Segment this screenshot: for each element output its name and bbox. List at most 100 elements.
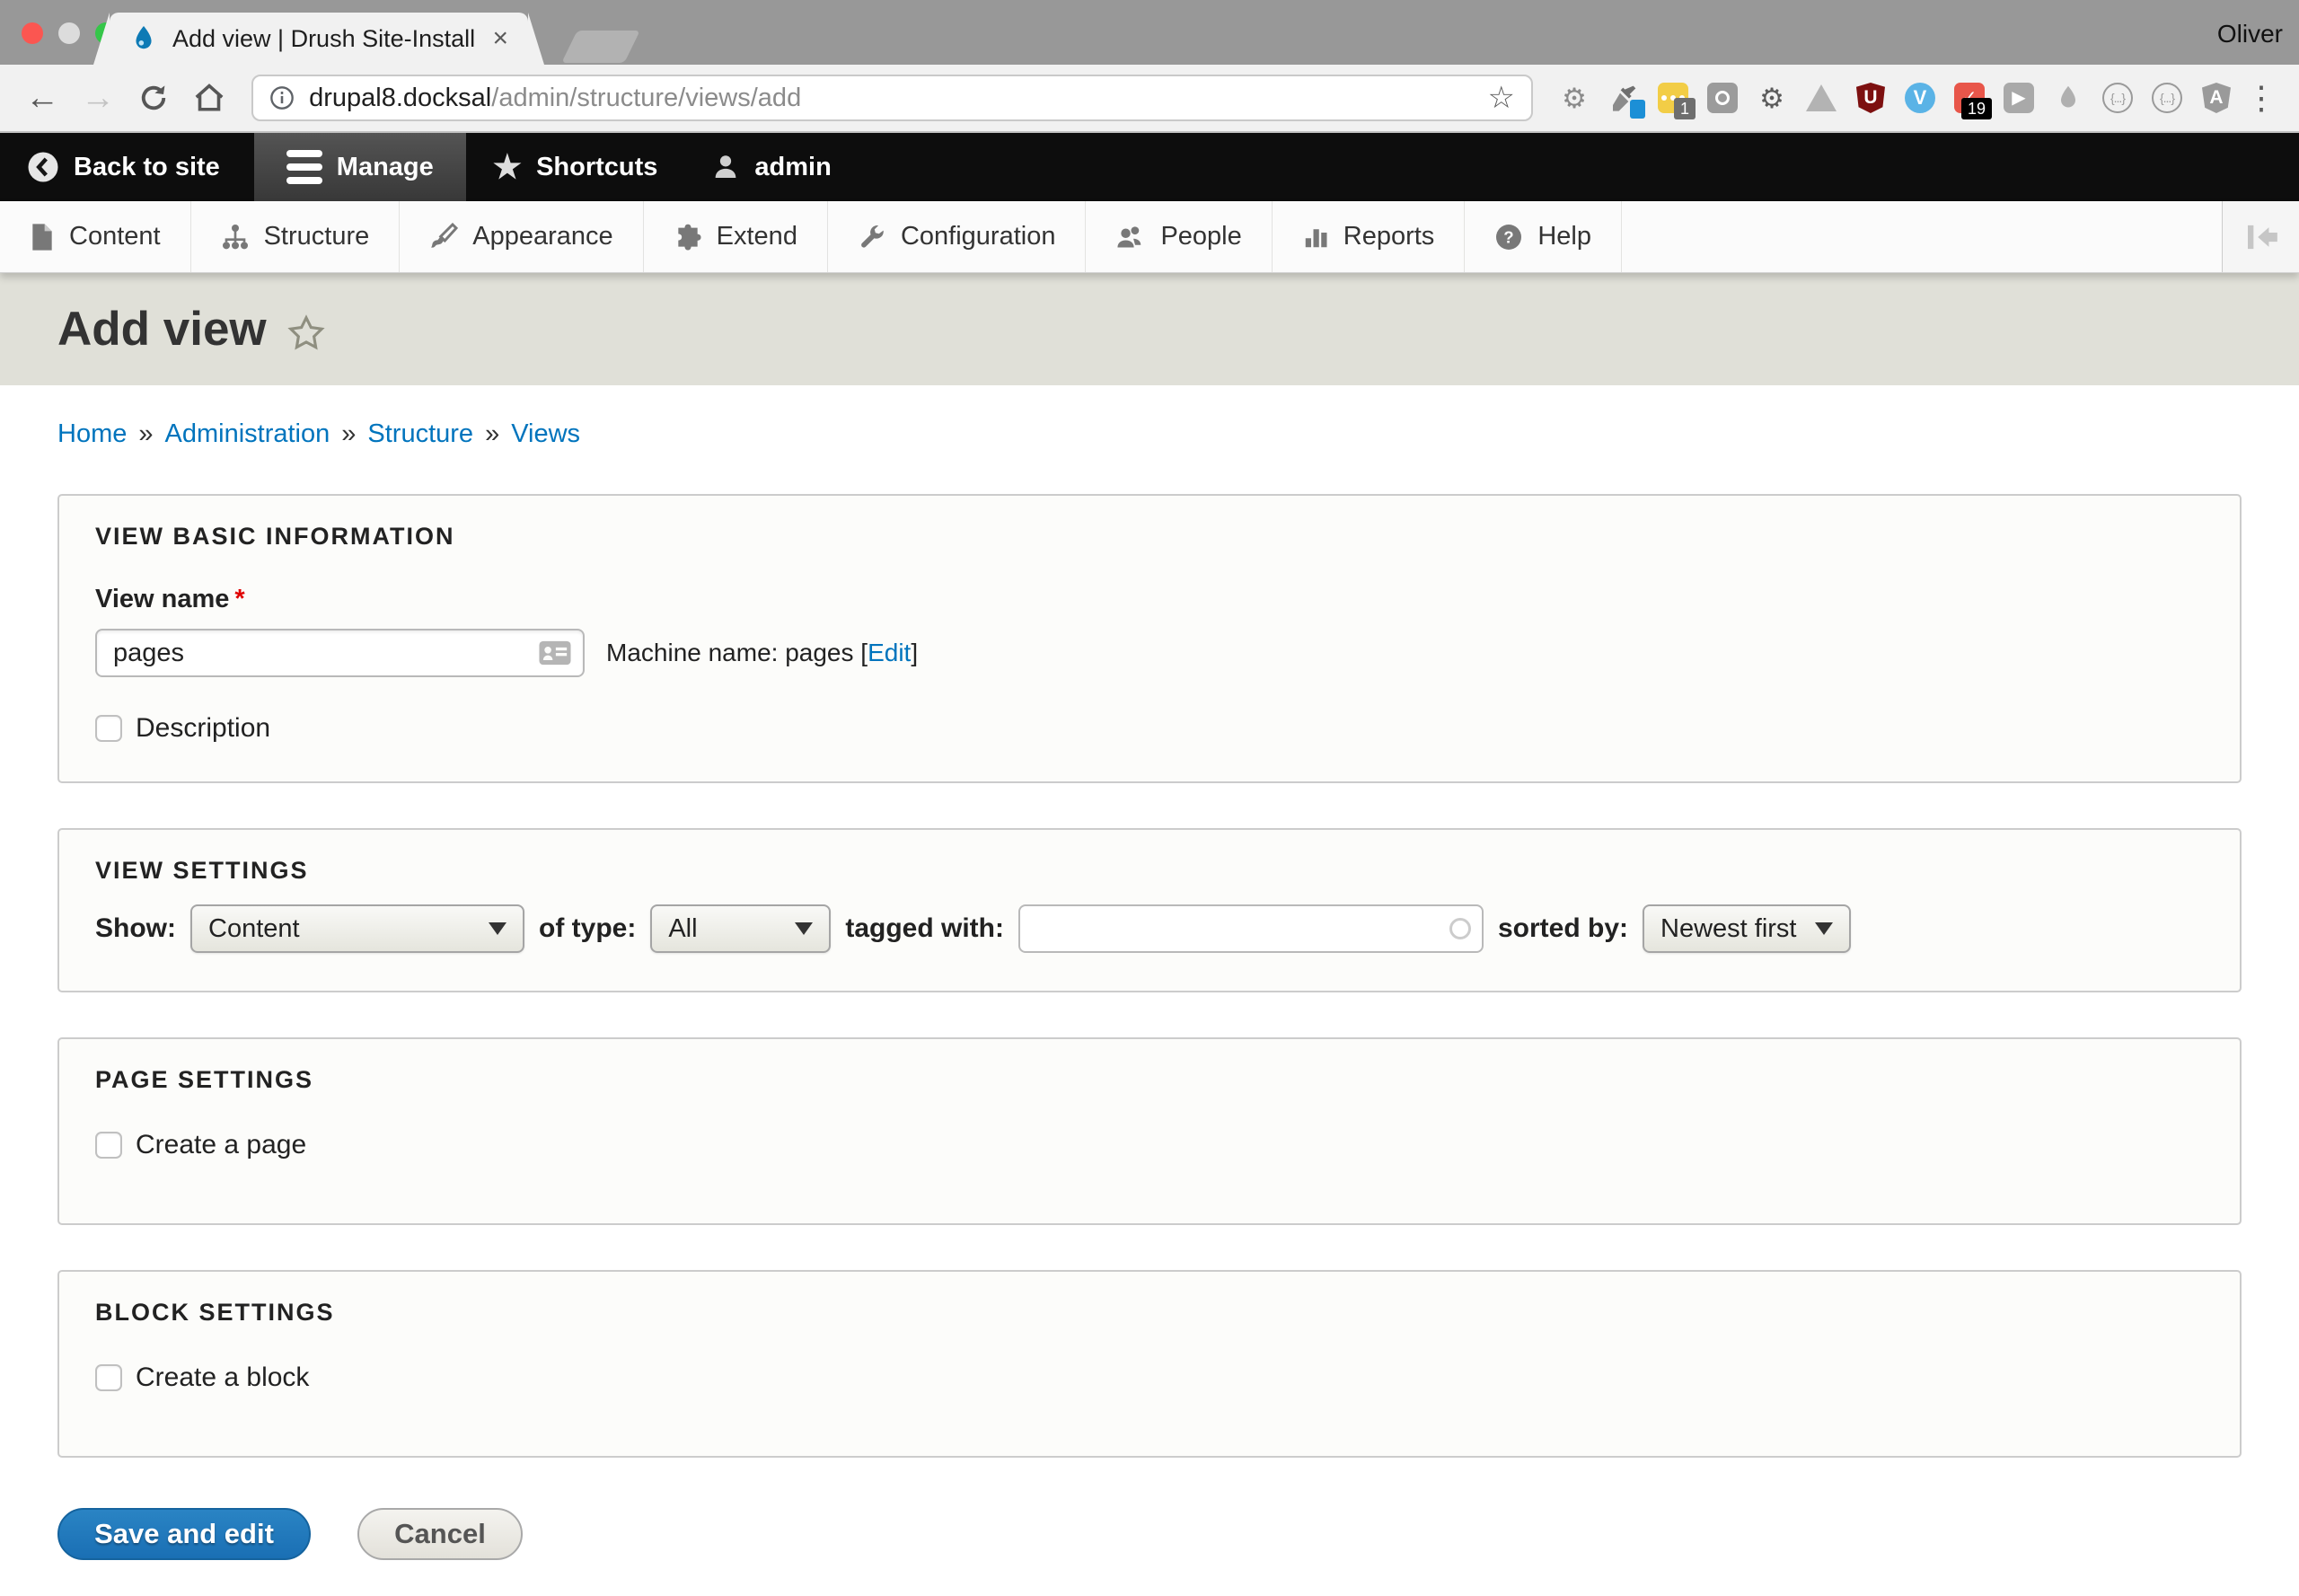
sorted-by-select-value: Newest first	[1660, 914, 1796, 944]
fieldset-legend: PAGE SETTINGS	[95, 1066, 2204, 1094]
browser-menu-icon[interactable]: ⋮	[2245, 79, 2277, 117]
menu-spacer	[1622, 201, 2222, 272]
menu-item-content[interactable]: Content	[0, 201, 191, 272]
sorted-by-label: sorted by:	[1498, 913, 1628, 944]
toolbar-collapse-button[interactable]	[2222, 201, 2299, 272]
angular-extension-icon[interactable]: A	[2200, 82, 2233, 114]
fieldset-legend: BLOCK SETTINGS	[95, 1299, 2204, 1327]
browser-tab[interactable]: Add view | Drush Site-Install ×	[110, 13, 528, 65]
browser-profile-name[interactable]: Oliver	[2217, 20, 2283, 48]
autocomplete-throbber-icon	[1449, 918, 1471, 939]
bookmark-star-icon[interactable]: ☆	[1488, 83, 1515, 113]
extension-badge: 1	[1674, 98, 1696, 119]
breadcrumb-structure[interactable]: Structure	[367, 419, 473, 449]
url-bar[interactable]: drupal8.docksal/admin/structure/views/ad…	[251, 75, 1533, 121]
machine-name-card-icon	[538, 639, 572, 666]
breadcrumb-administration[interactable]: Administration	[165, 419, 330, 449]
dark-gear-extension-icon[interactable]: ⚙	[1756, 82, 1788, 114]
create-page-checkbox[interactable]	[95, 1132, 122, 1159]
admin-user-tab[interactable]: admin	[684, 133, 858, 201]
menu-item-label: Appearance	[472, 222, 612, 251]
description-label: Description	[136, 713, 270, 744]
svg-text:?: ?	[1504, 227, 1514, 246]
manage-tab[interactable]: Manage	[254, 133, 466, 201]
fieldset-view-settings: VIEW SETTINGS Show: Content of type: All…	[57, 828, 2242, 992]
add-shortcut-star-icon[interactable]	[286, 313, 326, 353]
menu-item-label: Reports	[1343, 222, 1435, 251]
menu-item-appearance[interactable]: Appearance	[400, 201, 643, 272]
back-to-site-button[interactable]: Back to site	[0, 133, 247, 201]
user-icon	[711, 153, 740, 181]
eyedropper-extension-icon[interactable]	[1608, 82, 1640, 114]
reports-chart-icon	[1302, 224, 1329, 251]
breadcrumb-views[interactable]: Views	[511, 419, 580, 449]
forward-icon: →	[77, 76, 119, 119]
todoist-extension-icon[interactable]: ✓ 19	[1953, 82, 1986, 114]
gear-extension-icon[interactable]: ⚙	[1558, 82, 1590, 114]
tagged-with-input[interactable]	[1018, 904, 1484, 953]
show-select-value: Content	[208, 914, 300, 944]
fieldset-view-basic-information: VIEW BASIC INFORMATION View name* Machin…	[57, 494, 2242, 783]
admin-user-label: admin	[754, 153, 831, 182]
new-tab-button[interactable]	[561, 31, 640, 63]
people-icon	[1115, 223, 1146, 251]
tab-close-icon[interactable]: ×	[492, 25, 508, 52]
ublock-extension-icon[interactable]: U	[1854, 82, 1887, 114]
breadcrumb-home[interactable]: Home	[57, 419, 127, 449]
configuration-wrench-icon	[858, 223, 886, 251]
hamburger-icon	[286, 150, 322, 184]
menu-item-people[interactable]: People	[1086, 201, 1272, 272]
fieldset-page-settings: PAGE SETTINGS Create a page	[57, 1037, 2242, 1225]
of-type-label: of type:	[539, 913, 636, 944]
menu-item-structure[interactable]: Structure	[191, 201, 401, 272]
menu-item-extend[interactable]: Extend	[644, 201, 828, 272]
page-info-icon[interactable]	[269, 85, 295, 110]
create-block-checkbox[interactable]	[95, 1364, 122, 1391]
tab-title: Add view | Drush Site-Install	[172, 25, 475, 53]
admin-toolbar: Back to site Manage ★ Shortcuts admin	[0, 133, 2299, 201]
of-type-select[interactable]: All	[650, 904, 831, 953]
show-label: Show:	[95, 913, 176, 944]
home-icon[interactable]	[189, 76, 230, 119]
menu-item-label: Extend	[717, 222, 797, 251]
camera-extension-icon[interactable]	[1706, 82, 1739, 114]
shortcuts-star-icon: ★	[493, 151, 522, 183]
of-type-select-value: All	[668, 914, 697, 944]
vimeo-extension-icon[interactable]: V	[1904, 82, 1936, 114]
page-title: Add view	[57, 302, 267, 357]
url-path: /admin/structure/views/add	[491, 84, 801, 113]
menu-item-reports[interactable]: Reports	[1273, 201, 1466, 272]
menu-item-label: Content	[69, 222, 161, 251]
tagged-with-label: tagged with:	[845, 913, 1004, 944]
back-to-site-label: Back to site	[74, 153, 220, 182]
view-name-input[interactable]	[95, 629, 585, 677]
close-window-button[interactable]	[22, 22, 43, 44]
braces-extension-icon[interactable]: {...}	[2101, 82, 2134, 114]
drupal-favicon-icon	[129, 24, 158, 53]
sorted-by-select[interactable]: Newest first	[1643, 904, 1851, 953]
yellow-notes-extension-icon[interactable]: 1	[1657, 82, 1689, 114]
drive-triangle-extension-icon[interactable]	[1805, 82, 1837, 114]
collapse-left-icon	[2241, 224, 2282, 251]
save-and-edit-button[interactable]: Save and edit	[57, 1508, 311, 1560]
back-icon[interactable]: ←	[22, 76, 63, 119]
back-circle-icon	[27, 151, 59, 183]
shortcuts-tab[interactable]: ★ Shortcuts	[466, 133, 685, 201]
extension-toolbar: ⚙ 1 ⚙ U V ✓ 19 ▶ {...} {...} A	[1558, 82, 2233, 114]
cancel-button[interactable]: Cancel	[357, 1508, 523, 1560]
content-file-icon	[30, 223, 55, 251]
view-name-label: View name*	[95, 585, 2204, 614]
machine-name-edit-link[interactable]: Edit	[868, 639, 911, 666]
extend-puzzle-icon	[674, 223, 702, 251]
fieldset-block-settings: BLOCK SETTINGS Create a block	[57, 1270, 2242, 1458]
show-select[interactable]: Content	[190, 904, 524, 953]
minimize-window-button[interactable]	[58, 22, 80, 44]
description-checkbox[interactable]	[95, 715, 122, 742]
braces-extension-icon-2[interactable]: {...}	[2151, 82, 2183, 114]
play-extension-icon[interactable]: ▶	[2003, 82, 2035, 114]
shortcuts-label: Shortcuts	[536, 153, 657, 182]
menu-item-configuration[interactable]: Configuration	[828, 201, 1087, 272]
menu-item-help[interactable]: ? Help	[1465, 201, 1622, 272]
drupal-extension-icon[interactable]	[2052, 82, 2084, 114]
reload-icon[interactable]	[133, 76, 174, 119]
